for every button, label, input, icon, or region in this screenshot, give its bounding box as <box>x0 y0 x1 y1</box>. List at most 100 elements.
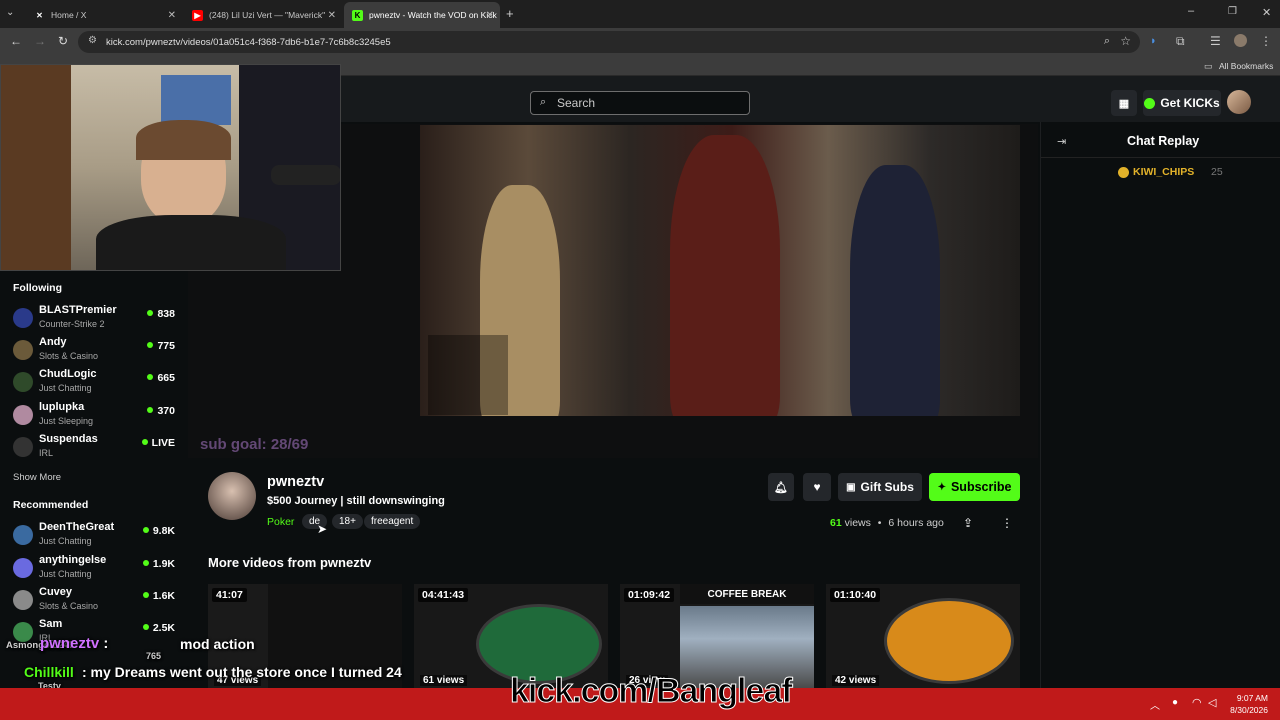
video-duration: 04:41:43 <box>418 588 469 602</box>
extension-icon[interactable]: ◗ <box>1150 35 1157 47</box>
channel-name[interactable]: pwneztv <box>267 474 324 490</box>
more-options-icon[interactable]: ⋮ <box>1001 516 1013 530</box>
gift-subs-label: Gift Subs <box>860 480 914 494</box>
viewer-count: 9.8K <box>142 525 175 537</box>
viewer-count-value: 2.5K <box>152 622 175 634</box>
streamer-hair <box>136 120 231 160</box>
follow-heart-button[interactable]: ♥ <box>803 473 831 501</box>
window-close-icon[interactable]: ✕ <box>1262 6 1271 19</box>
menu-kebab-icon[interactable]: ⋮ <box>1260 34 1272 48</box>
search-input[interactable]: ⌕ Search <box>530 91 750 115</box>
close-icon[interactable]: ✕ <box>486 10 494 21</box>
tab-title: Home / X <box>51 10 87 20</box>
video-frame[interactable] <box>420 125 1020 416</box>
leaderboard-user[interactable]: KIWI_CHIPS <box>1133 166 1194 178</box>
tab-search-list-icon[interactable]: ☰ <box>1210 34 1221 48</box>
maximize-icon[interactable]: ❐ <box>1228 6 1237 17</box>
channel-name: Cuvey <box>39 586 73 598</box>
sidebar-channel[interactable]: luplupka Just Sleeping 370 <box>13 401 183 431</box>
tag-chip[interactable]: freeagent <box>364 514 421 529</box>
sidebar-channel[interactable]: Cuvey Slots & Casino 1.6K <box>13 586 183 616</box>
kicks-coin-icon <box>1144 97 1156 109</box>
tag-chip[interactable]: 18+ <box>332 514 363 529</box>
live-dot-icon <box>147 374 154 380</box>
close-icon[interactable]: ✕ <box>328 10 336 21</box>
viewer-count: 2.5K <box>142 622 175 634</box>
subscribe-button[interactable]: ✦ Subscribe <box>929 473 1020 501</box>
divider <box>1041 157 1280 158</box>
share-icon[interactable]: ⇪ <box>963 516 973 530</box>
user-avatar[interactable] <box>1227 90 1251 114</box>
get-kicks-button[interactable]: Get KICKs <box>1143 90 1221 116</box>
gift-subs-button[interactable]: ▣ Gift Subs <box>838 473 922 501</box>
channel-category: Counter-Strike 2 <box>39 319 105 329</box>
sidebar-channel[interactable]: Suspendas IRL LIVE <box>13 433 183 463</box>
collapse-chat-icon[interactable]: ⇥ <box>1057 135 1066 148</box>
search-placeholder: Search <box>557 96 596 110</box>
zoom-icon[interactable]: ⌕ <box>1104 35 1110 48</box>
stream-title: $500 Journey | still downswinging <box>267 495 445 507</box>
avatar <box>13 558 33 578</box>
views-label: views <box>844 517 871 529</box>
channel-name: DeenTheGreat <box>39 521 115 533</box>
clock-time[interactable]: 9:07 AM <box>1228 693 1268 703</box>
url-field[interactable]: ⚙ kick.com/pwneztv/videos/01a051c4-f368-… <box>78 31 1140 53</box>
profile-avatar[interactable] <box>1234 34 1247 47</box>
tab-search-icon[interactable]: ⌄ <box>6 7 14 18</box>
avatar <box>13 308 33 328</box>
sidebar-channel[interactable]: BLASTPremier Counter-Strike 2 838 <box>13 304 183 334</box>
live-dot-icon <box>142 624 149 630</box>
live-dot-icon <box>147 407 154 413</box>
channel-name: BLASTPremier <box>39 304 117 316</box>
viewer-count-value: 665 <box>157 372 175 384</box>
site-info-icon[interactable]: ⚙ <box>88 35 97 46</box>
gift-leaderboard-icon <box>1118 167 1129 178</box>
channel-name: anythingelse <box>39 554 107 566</box>
extensions-puzzle-icon[interactable]: ⧉ <box>1176 34 1185 49</box>
category-link[interactable]: Poker <box>267 516 294 528</box>
channel-avatar[interactable] <box>208 472 256 520</box>
sidebar-channel[interactable]: DeenTheGreat Just Chatting 9.8K <box>13 521 183 551</box>
mic-icon[interactable]: ● <box>1172 697 1178 708</box>
new-tab-icon[interactable]: + <box>506 6 514 21</box>
tray-chevron-icon[interactable]: ︿ <box>1150 697 1160 712</box>
avatar <box>13 405 33 425</box>
live-dot-icon <box>142 560 149 566</box>
close-icon[interactable]: ✕ <box>168 10 176 21</box>
notification-bell-button[interactable]: 🔔︎ <box>768 473 794 501</box>
channel-category: Just Chatting <box>39 383 92 393</box>
wifi-icon[interactable]: ◠ <box>1192 696 1202 709</box>
video-duration: 01:10:40 <box>830 588 881 602</box>
separator-dot: • <box>877 517 882 529</box>
sidebar-channel[interactable]: ChudLogic Just Chatting 665 <box>13 368 183 398</box>
microphone <box>271 165 340 185</box>
back-icon[interactable]: ← <box>10 34 22 48</box>
tab-x[interactable]: ✕ Home / X ✕ <box>26 4 182 26</box>
channel-name: ChudLogic <box>39 368 97 380</box>
viewer-count-value: 1.6K <box>152 590 175 602</box>
show-more-link[interactable]: Show More <box>13 472 61 483</box>
live-dot-icon <box>142 527 149 533</box>
sidebar-channel[interactable]: anythingelse Just Chatting 1.9K <box>13 554 183 584</box>
gift-icon: ▣ <box>846 481 856 493</box>
forward-icon[interactable]: → <box>34 34 46 48</box>
poker-table <box>884 598 1014 684</box>
sidebar-channel[interactable]: Andy Slots & Casino 775 <box>13 336 183 366</box>
layout-toggle-button[interactable]: ▦ <box>1111 90 1137 116</box>
avatar <box>13 525 33 545</box>
all-bookmarks-link[interactable]: All Bookmarks <box>1219 61 1273 71</box>
views-count: 61 <box>830 517 842 529</box>
cabinet <box>1 65 71 270</box>
channel-category: Slots & Casino <box>39 351 99 361</box>
volume-icon[interactable]: ◁ <box>1208 696 1216 709</box>
tab-youtube[interactable]: ▶ (248) Lil Uzi Vert — "Maverick" ✕ <box>184 4 342 26</box>
bookmark-star-icon[interactable]: ☆ <box>1120 34 1131 48</box>
chat-replay-title: Chat Replay <box>1127 134 1200 148</box>
x-logo-icon: ✕ <box>36 10 43 20</box>
tab-kick[interactable]: K pwneztv - Watch the VOD on Kick ✕ <box>344 2 500 28</box>
video-thumbnail[interactable]: 01:10:40 42 views <box>826 584 1020 688</box>
viewer-count: 1.9K <box>142 558 175 570</box>
minimize-icon[interactable]: – <box>1188 5 1194 17</box>
reload-icon[interactable]: ↻ <box>58 34 68 48</box>
clock-date[interactable]: 8/30/2026 <box>1226 705 1268 715</box>
